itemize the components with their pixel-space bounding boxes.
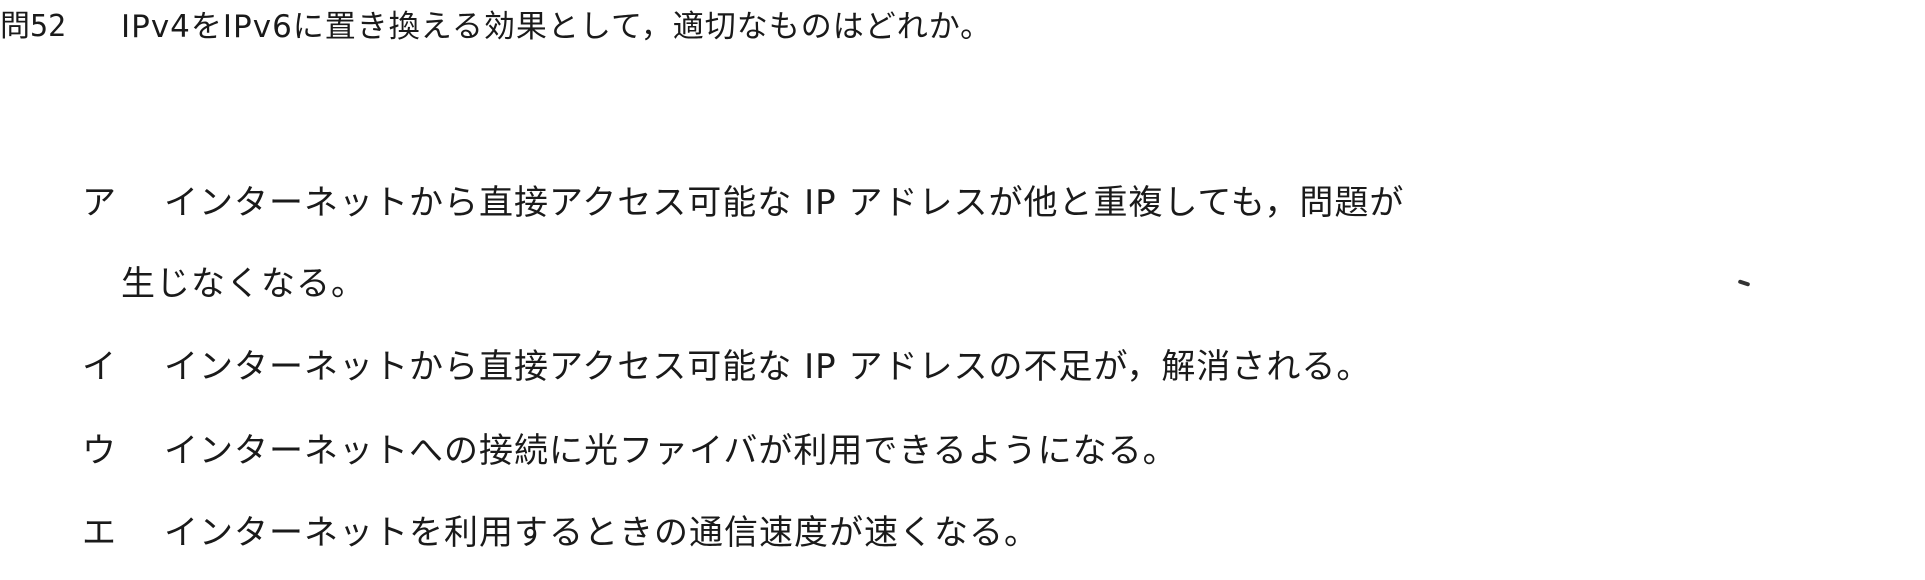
option-i-marker: イ <box>82 347 116 387</box>
answer-options: ア インターネットから直接アクセス可能な IP アドレスが他と重複しても，問題が… <box>0 0 1925 580</box>
option-a-continuation: 生じなくなる。 <box>121 264 366 304</box>
option-e-marker: エ <box>82 513 116 553</box>
option-u: ウ インターネットへの接続に光ファイバが利用できるようになる。 <box>82 424 1178 478</box>
option-e: エ インターネットを利用するときの通信速度が速くなる。 <box>82 506 1039 560</box>
option-e-text: インターネットを利用するときの通信速度が速くなる。 <box>164 513 1039 553</box>
option-i-text: インターネットから直接アクセス可能な IP アドレスの不足が，解消される。 <box>164 347 1372 387</box>
option-a-marker: ア <box>82 183 116 223</box>
option-a: ア インターネットから直接アクセス可能な IP アドレスが他と重複しても，問題が <box>82 176 1404 230</box>
option-i: イ インターネットから直接アクセス可能な IP アドレスの不足が，解消される。 <box>82 340 1371 394</box>
option-u-marker: ウ <box>82 431 116 471</box>
option-u-text: インターネットへの接続に光ファイバが利用できるようになる。 <box>164 431 1178 471</box>
option-a-text: インターネットから直接アクセス可能な IP アドレスが他と重複しても，問題が <box>164 183 1405 223</box>
question-page: 問52 IPv4をIPv6に置き換える効果として，適切なものはどれか。 ア イン… <box>0 0 1925 580</box>
